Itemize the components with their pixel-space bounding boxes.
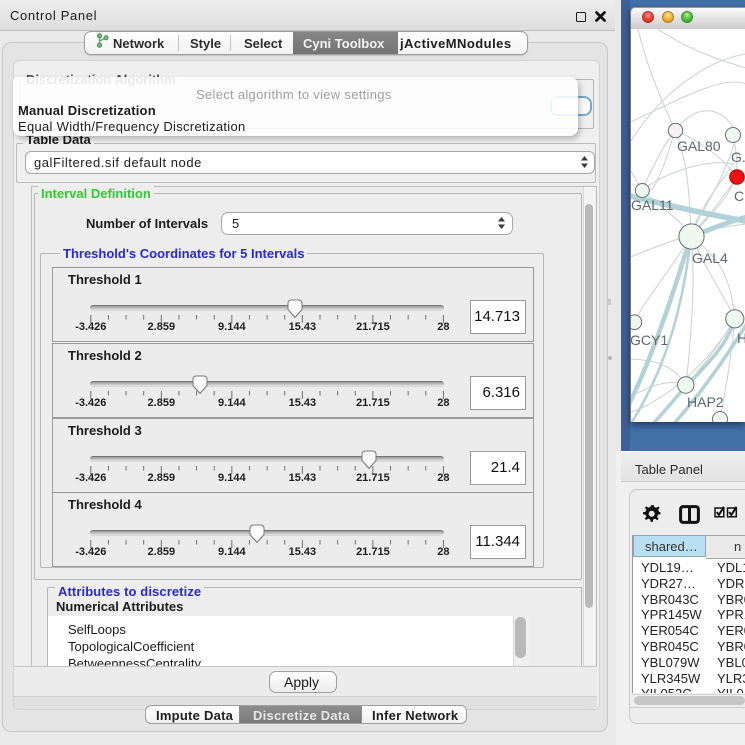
svg-text:C: C bbox=[734, 188, 744, 204]
svg-text:HAP2: HAP2 bbox=[687, 394, 724, 410]
svg-text:H: H bbox=[737, 330, 745, 346]
svg-text:GAL4: GAL4 bbox=[692, 250, 728, 266]
svg-text:GCY1: GCY1 bbox=[630, 332, 668, 348]
svg-text:G.: G. bbox=[731, 149, 745, 165]
svg-text:GAL80: GAL80 bbox=[677, 138, 721, 154]
svg-text:GAL11: GAL11 bbox=[631, 197, 674, 213]
